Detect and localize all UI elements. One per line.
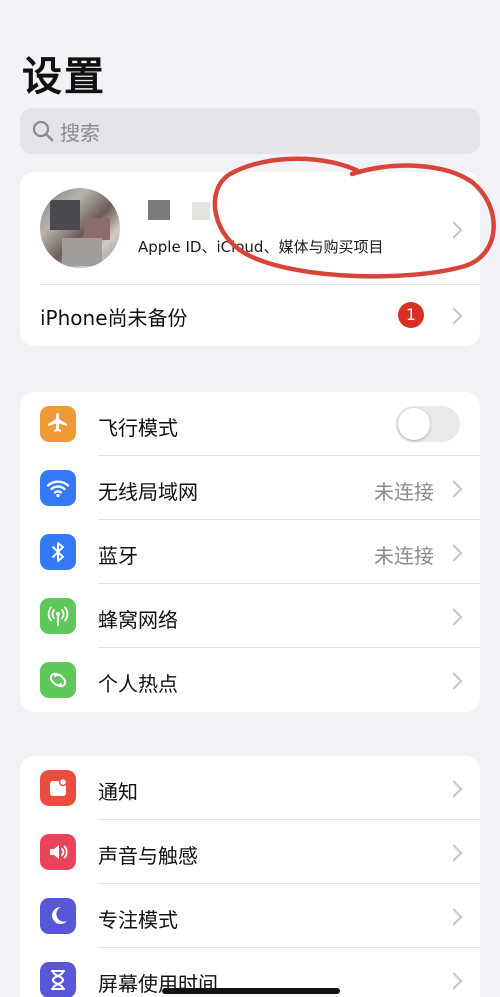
hotspot-icon bbox=[40, 662, 76, 698]
moon-icon bbox=[40, 898, 76, 934]
bluetooth-row[interactable]: 蓝牙 未连接 bbox=[20, 520, 480, 584]
apple-id-row[interactable]: Apple ID、iCloud、媒体与购买项目 bbox=[20, 172, 480, 284]
chevron-right-icon bbox=[445, 307, 463, 325]
cellular-icon bbox=[40, 598, 76, 634]
bell-icon bbox=[40, 770, 76, 806]
connectivity-card: 飞行模式 无线局域网 未连接 蓝牙 未连接 蜂窝网络 个人热点 bbox=[20, 392, 480, 712]
wifi-row[interactable]: 无线局域网 未连接 bbox=[20, 456, 480, 520]
wifi-status: 未连接 bbox=[374, 480, 434, 504]
chevron-right-icon bbox=[445, 608, 463, 626]
search-placeholder: 搜索 bbox=[60, 120, 100, 145]
wifi-label: 无线局域网 bbox=[98, 480, 198, 504]
chevron-right-icon bbox=[445, 480, 463, 498]
account-subtitle: Apple ID、iCloud、媒体与购买项目 bbox=[138, 238, 384, 256]
chevron-right-icon bbox=[445, 844, 463, 862]
backup-label: iPhone尚未备份 bbox=[40, 306, 188, 330]
account-name-redacted-2 bbox=[192, 202, 210, 220]
airplane-mode-label: 飞行模式 bbox=[98, 416, 178, 440]
hotspot-label: 个人热点 bbox=[98, 672, 178, 696]
notification-badge: 1 bbox=[398, 302, 424, 328]
backup-row[interactable]: iPhone尚未备份 1 bbox=[20, 284, 480, 346]
chevron-right-icon bbox=[445, 221, 463, 239]
home-indicator[interactable] bbox=[162, 988, 340, 994]
airplane-mode-row[interactable]: 飞行模式 bbox=[20, 392, 480, 456]
hotspot-row[interactable]: 个人热点 bbox=[20, 648, 480, 712]
speaker-icon bbox=[40, 834, 76, 870]
sounds-label: 声音与触感 bbox=[98, 844, 198, 868]
wifi-icon bbox=[40, 470, 76, 506]
airplane-icon bbox=[40, 406, 76, 442]
bluetooth-label: 蓝牙 bbox=[98, 544, 138, 568]
focus-row[interactable]: 专注模式 bbox=[20, 884, 480, 948]
page-title: 设置 bbox=[22, 54, 106, 100]
sounds-row[interactable]: 声音与触感 bbox=[20, 820, 480, 884]
hourglass-icon bbox=[40, 962, 76, 997]
chevron-right-icon bbox=[445, 780, 463, 798]
notifications-label: 通知 bbox=[98, 780, 138, 804]
account-name-redacted bbox=[148, 200, 170, 220]
search-input[interactable]: 搜索 bbox=[20, 108, 480, 154]
chevron-right-icon bbox=[445, 544, 463, 562]
cellular-row[interactable]: 蜂窝网络 bbox=[20, 584, 480, 648]
chevron-right-icon bbox=[445, 972, 463, 990]
search-icon bbox=[32, 120, 54, 142]
avatar bbox=[40, 188, 120, 268]
settings-screen: 设置 搜索 Apple ID、iCloud、媒体与购买项目 iPhone尚未备份… bbox=[0, 0, 500, 997]
chevron-right-icon bbox=[445, 908, 463, 926]
notifications-row[interactable]: 通知 bbox=[20, 756, 480, 820]
focus-label: 专注模式 bbox=[98, 908, 178, 932]
account-card: Apple ID、iCloud、媒体与购买项目 iPhone尚未备份 1 bbox=[20, 172, 480, 346]
chevron-right-icon bbox=[445, 672, 463, 690]
bluetooth-icon bbox=[40, 534, 76, 570]
bluetooth-status: 未连接 bbox=[374, 544, 434, 568]
cellular-label: 蜂窝网络 bbox=[98, 608, 178, 632]
notifications-card: 通知 声音与触感 专注模式 屏幕使用时间 bbox=[20, 756, 480, 997]
airplane-mode-toggle[interactable] bbox=[396, 406, 460, 442]
